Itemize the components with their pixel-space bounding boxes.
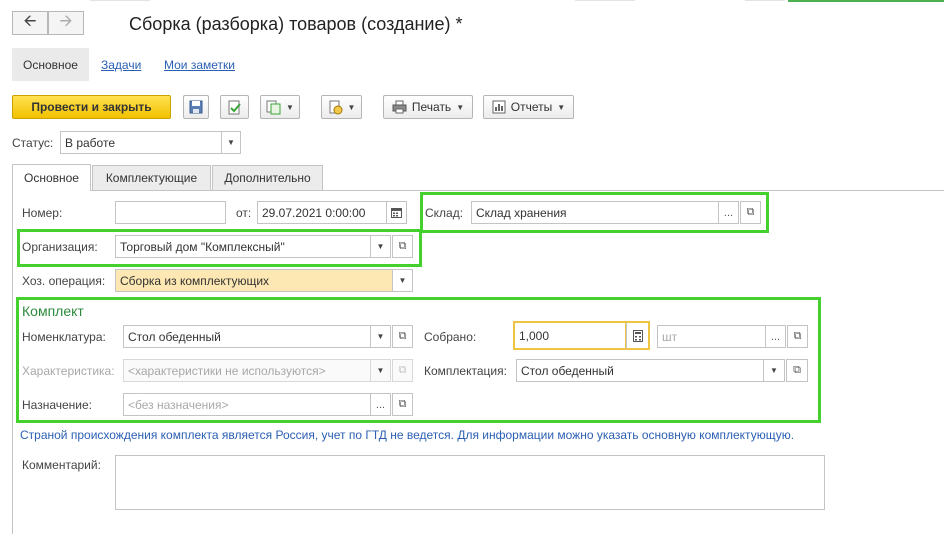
forward-button[interactable]: 🡪 <box>48 11 84 35</box>
caret-down-icon: ▼ <box>376 332 385 341</box>
warehouse-open-button[interactable]: ⧉ <box>740 201 761 224</box>
set-label: Комплектация: <box>424 364 507 378</box>
post-button[interactable] <box>220 95 249 119</box>
operation-label: Хоз. операция: <box>22 274 106 288</box>
report-icon <box>492 100 506 114</box>
caret-down-icon: ▼ <box>456 102 465 112</box>
nomenclature-label: Номенклатура: <box>22 330 106 344</box>
open-form-icon: ⧉ <box>793 330 802 342</box>
caret-down-icon: ▼ <box>557 102 566 112</box>
unit-field[interactable]: шт <box>657 325 766 348</box>
calculator-icon <box>632 329 643 342</box>
organization-field[interactable]: Торговый дом "Комплексный" <box>115 235 371 258</box>
post-document-icon <box>228 100 241 114</box>
printer-icon <box>392 100 407 114</box>
assembled-quantity-field[interactable]: 1,000 <box>513 321 627 350</box>
save-button[interactable] <box>183 95 209 119</box>
arrow-right-icon: 🡪 <box>59 12 73 30</box>
open-form-icon: ⧉ <box>398 398 407 410</box>
active-window-indicator <box>788 0 944 2</box>
set-dropdown-button[interactable]: ▼ <box>763 359 785 382</box>
related-documents-button[interactable]: ▼ <box>321 95 362 119</box>
warehouse-field[interactable]: Склад хранения <box>471 201 719 224</box>
purpose-select-button[interactable]: ... <box>370 393 391 416</box>
caret-down-icon: ▼ <box>347 102 356 112</box>
related-documents-icon <box>329 100 343 114</box>
status-dropdown-button[interactable]: ▼ <box>221 131 241 154</box>
number-field[interactable] <box>115 201 226 224</box>
post-and-close-label: Провести и закрыть <box>31 100 152 114</box>
unit-select-button[interactable]: ... <box>765 325 786 348</box>
tab-components[interactable]: Комплектующие <box>92 165 211 190</box>
open-form-icon: ⧉ <box>398 330 407 342</box>
caret-down-icon: ▼ <box>376 366 385 375</box>
number-label: Номер: <box>22 206 63 220</box>
warehouse-select-button[interactable]: ... <box>718 201 739 224</box>
caret-down-icon: ▼ <box>398 276 407 285</box>
section-main[interactable]: Основное <box>12 48 89 81</box>
organization-dropdown-button[interactable]: ▼ <box>370 235 391 258</box>
create-based-on-button[interactable]: ▼ <box>260 95 300 119</box>
open-form-icon: ⧉ <box>746 206 755 218</box>
caret-down-icon: ▼ <box>286 102 294 112</box>
set-field[interactable]: Стол обеденный <box>516 359 764 382</box>
date-field[interactable]: 29.07.2021 0:00:00 <box>257 201 387 224</box>
arrow-left-icon: 🡨 <box>23 12 37 30</box>
section-notes-link[interactable]: Мои заметки <box>164 58 235 72</box>
nomenclature-field[interactable]: Стол обеденный <box>123 325 371 348</box>
open-form-icon: ⧉ <box>398 364 407 376</box>
comment-textarea[interactable] <box>115 455 825 510</box>
tab-strip-line <box>12 190 944 191</box>
create-based-on-icon <box>266 100 281 114</box>
characteristic-dropdown-button[interactable]: ▼ <box>370 359 391 382</box>
purpose-open-button[interactable]: ⧉ <box>392 393 413 416</box>
assembled-label: Собрано: <box>424 330 477 344</box>
date-picker-button[interactable] <box>386 201 407 224</box>
kit-group-title: Комплект <box>22 303 84 319</box>
reports-button[interactable]: Отчеты ▼ <box>483 95 574 119</box>
nomenclature-open-button[interactable]: ⧉ <box>392 325 413 348</box>
calendar-icon <box>391 208 402 218</box>
operation-field[interactable]: Сборка из комплектующих <box>115 269 393 292</box>
comment-label: Комментарий: <box>22 458 101 472</box>
organization-label: Организация: <box>22 240 98 254</box>
warehouse-label: Склад: <box>425 206 464 220</box>
tab-additional[interactable]: Дополнительно <box>212 165 323 190</box>
nomenclature-dropdown-button[interactable]: ▼ <box>370 325 391 348</box>
caret-down-icon: ▼ <box>376 242 385 251</box>
characteristic-open-button[interactable]: ⧉ <box>392 359 413 382</box>
floppy-disk-icon <box>189 100 203 114</box>
open-form-icon: ⧉ <box>793 364 801 376</box>
back-button[interactable]: 🡨 <box>12 11 48 35</box>
operation-dropdown-button[interactable]: ▼ <box>392 269 413 292</box>
characteristic-label: Характеристика: <box>22 364 115 378</box>
status-label: Статус: <box>12 136 54 150</box>
characteristic-field[interactable]: <характеристики не используются> <box>123 359 371 382</box>
set-open-button[interactable]: ⧉ <box>786 359 808 382</box>
window-title: Сборка (разборка) товаров (создание) * <box>129 14 463 34</box>
caret-down-icon: ▼ <box>770 366 778 375</box>
status-field[interactable]: В работе <box>60 131 222 154</box>
assembled-calculator-button[interactable] <box>626 321 650 350</box>
purpose-label: Назначение: <box>22 398 93 412</box>
print-label: Печать <box>411 100 452 114</box>
post-and-close-button[interactable]: Провести и закрыть <box>12 95 171 119</box>
purpose-field[interactable]: <без назначения> <box>123 393 371 416</box>
reports-label: Отчеты <box>510 100 553 114</box>
caret-down-icon: ▼ <box>227 138 235 147</box>
origin-info-text: Страной происхождения комплекта является… <box>20 428 795 442</box>
unit-open-button[interactable]: ⧉ <box>787 325 808 348</box>
tab-panel-border <box>12 190 13 534</box>
tab-main[interactable]: Основное <box>12 164 91 191</box>
section-tasks-link[interactable]: Задачи <box>101 58 141 72</box>
date-label: от: <box>236 206 252 220</box>
open-form-icon: ⧉ <box>398 240 407 252</box>
print-button[interactable]: Печать ▼ <box>383 95 473 119</box>
organization-open-button[interactable]: ⧉ <box>392 235 413 258</box>
